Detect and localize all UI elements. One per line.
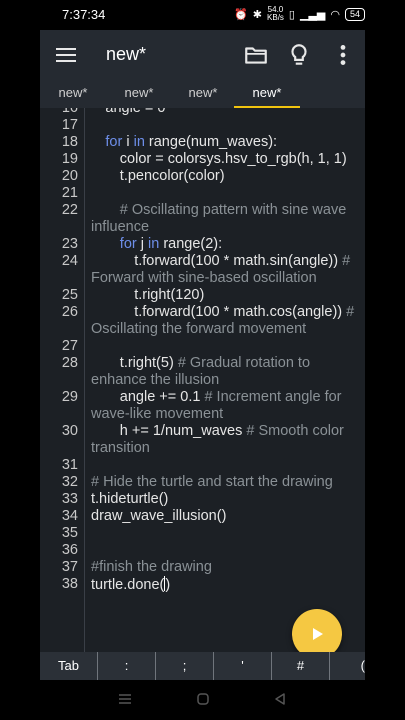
line-number: 26 (61, 304, 78, 320)
status-bar: 7:37:34 ⏰ ✱ 54.0 KB/s ▯ ▁▃▅ ◠ 54 (0, 0, 405, 30)
line-number: 27 (61, 338, 78, 354)
line-number: 36 (61, 542, 78, 558)
code-line: # Oscillating pattern with sine wave inf… (91, 202, 347, 235)
line-number: 16 (61, 108, 78, 116)
extra-keys-bar: Tab : ; ' # ( (40, 652, 365, 680)
line-number: 37 (61, 559, 78, 575)
code-line: turtle.done() (91, 576, 171, 593)
text-cursor (164, 576, 166, 591)
line-number: 25 (61, 287, 78, 303)
line-number: 23 (61, 236, 78, 252)
toolbar: new* (40, 30, 365, 80)
lightbulb-icon[interactable] (286, 42, 312, 68)
status-icons: ⏰ ✱ 54.0 KB/s ▯ ▁▃▅ ◠ 54 (234, 6, 365, 22)
code-line: angle += 0.1 # Increment angle for wave-… (91, 389, 342, 422)
network-speed: 54.0 KB/s (267, 6, 284, 22)
line-number: 30 (61, 423, 78, 439)
key-quote[interactable]: ' (214, 652, 272, 680)
file-title: new* (106, 44, 147, 64)
tab-file-1[interactable]: new* (40, 80, 106, 108)
line-number: 29 (61, 389, 78, 405)
gutter-divider (84, 108, 85, 652)
tab-file-2[interactable]: new* (106, 80, 172, 108)
more-vert-icon[interactable] (330, 42, 356, 68)
line-number: 32 (61, 474, 78, 490)
battery-icon: 54 (344, 7, 365, 21)
recents-icon[interactable] (118, 692, 132, 706)
line-number: 21 (61, 185, 78, 201)
key-open-paren[interactable]: ( (330, 652, 365, 680)
app-window: new* new* new* new* new* 16 17 18 19 20 … (40, 30, 365, 652)
code-line: # Hide the turtle and start the drawing (91, 474, 333, 490)
key-colon[interactable]: : (98, 652, 156, 680)
home-icon[interactable] (196, 692, 210, 706)
code-line: t.pencolor(color) (119, 168, 225, 184)
line-number: 31 (61, 457, 78, 473)
code-line: t.hideturtle() (91, 491, 169, 507)
code-line: h += 1/num_waves # Smooth color transiti… (91, 423, 344, 456)
line-number: 28 (61, 355, 78, 371)
network-speed-unit: KB/s (267, 13, 284, 22)
tab-file-3[interactable]: new* (170, 80, 236, 108)
line-number: 20 (61, 168, 78, 184)
play-icon (313, 628, 323, 640)
alarm-icon: ⏰ (234, 8, 248, 21)
code-line: t.forward(100 * math.cos(angle)) # Oscil… (91, 304, 355, 337)
line-number: 19 (61, 151, 78, 167)
line-number: 22 (61, 202, 78, 218)
line-number: 18 (61, 134, 78, 150)
code-line: angle = 0 (105, 108, 166, 116)
wifi-icon: ◠ (330, 8, 340, 21)
back-icon[interactable] (273, 692, 287, 706)
status-time: 7:37:34 (62, 7, 106, 22)
tab-file-4-active[interactable]: new* (234, 80, 300, 108)
system-nav-bar (0, 680, 405, 720)
vibrate-icon: ▯ (288, 8, 295, 21)
code-line: color = colorsys.hsv_to_rgb(h, 1, 1) (119, 151, 347, 167)
line-number: 38 (61, 576, 78, 592)
code-editor[interactable]: 16 17 18 19 20 21 22 23 24 25 26 27 28 2… (40, 108, 365, 652)
key-tab[interactable]: Tab (40, 652, 98, 680)
line-number: 33 (61, 491, 78, 507)
code-line: t.forward(100 * math.sin(angle)) # Forwa… (91, 253, 351, 286)
code-line: #finish the drawing (91, 559, 212, 575)
signal-icon: ▁▃▅ (299, 8, 326, 21)
code-line: t.right(120) (134, 287, 205, 303)
bluetooth-icon: ✱ (252, 8, 263, 21)
folder-icon[interactable] (243, 42, 269, 68)
key-hash[interactable]: # (272, 652, 330, 680)
key-semicolon[interactable]: ; (156, 652, 214, 680)
line-number: 34 (61, 508, 78, 524)
line-number: 24 (61, 253, 78, 269)
line-number: 17 (61, 117, 78, 133)
code-line: for j in range(2): (119, 236, 223, 252)
line-number: 35 (61, 525, 78, 541)
code-line: t.right(5) # Gradual rotation to enhance… (91, 355, 311, 388)
tab-bar: new* new* new* new* (40, 80, 365, 108)
code-line: for i in range(num_waves): (105, 134, 278, 150)
menu-icon[interactable] (54, 44, 78, 66)
code-line: draw_wave_illusion() (91, 508, 227, 524)
